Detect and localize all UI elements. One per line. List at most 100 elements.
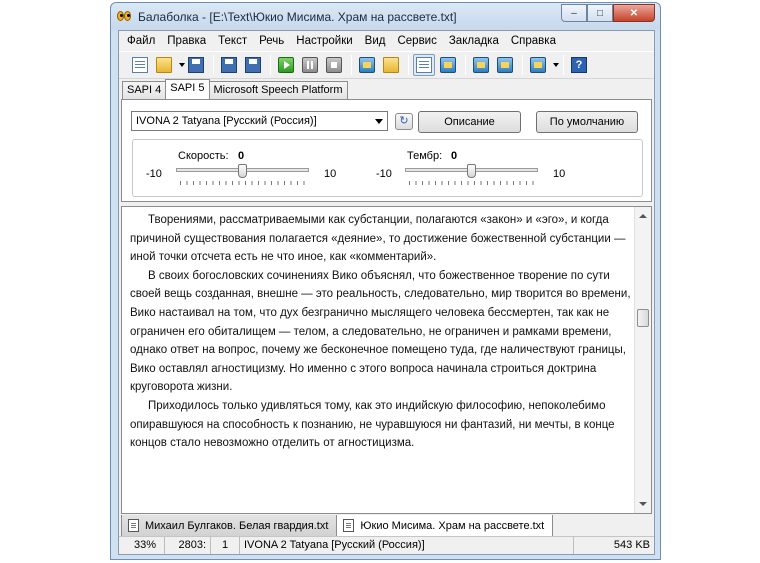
describe-voice-button[interactable]: Описание [418,111,521,133]
pitch-min: -10 [376,168,392,180]
menu-file[interactable]: Файл [121,31,161,51]
convert-batch-button[interactable] [242,54,264,76]
toolbar-separator [351,55,352,75]
voice-panel-icon [440,57,456,73]
open-folder-icon [156,57,172,73]
menu-tools[interactable]: Сервис [391,31,442,51]
stop-button[interactable] [323,54,345,76]
balabolka-logo-icon [117,9,133,25]
close-button[interactable]: ✕ [613,4,655,22]
record-folder-button[interactable] [494,54,516,76]
tab-document-belaya-gvardiya[interactable]: Михаил Булгаков. Белая гвардия.txt [121,515,338,537]
open-file-button[interactable] [153,54,175,76]
convert-icon [221,57,237,73]
split-dropdown-icon[interactable] [553,63,559,67]
toolbar-separator [408,55,409,75]
status-position: 2803: [165,537,211,554]
app-window: Балаболка - [E:\Text\Юкио Мисима. Храм н… [110,2,661,560]
pitch-max: 10 [553,168,566,180]
rate-value: 0 [238,150,245,162]
play-button[interactable] [275,54,297,76]
status-file-size: 543 KB [613,539,650,551]
split-button[interactable] [527,54,549,76]
help-button[interactable]: ? [568,54,590,76]
voice-settings-group: Скорость: 0 -10 10 Тембр: 0 -10 10 [132,139,643,197]
window-title: Балаболка - [E:\Text\Юкио Мисима. Храм н… [138,9,457,24]
tab-ms-speech-platform[interactable]: Microsoft Speech Platform [208,81,348,99]
refresh-icon: ↻ [399,115,409,127]
maximize-button[interactable]: □ [587,4,613,22]
scrollbar-thumb[interactable] [637,308,649,327]
client-area: Файл Правка Текст Речь Настройки Вид Сер… [118,30,655,555]
new-document-button[interactable] [129,54,151,76]
engine-tabs: SAPI 4 SAPI 5 Microsoft Speech Platform [119,79,654,99]
document-tab-label: Михаил Булгаков. Белая гвардия.txt [145,519,329,532]
document-tabs: Михаил Булгаков. Белая гвардия.txt Юкио … [121,515,652,537]
record-icon [473,57,489,73]
toolbar: ? [119,51,654,79]
status-line: 1 [211,537,240,554]
status-progress: 33% [119,537,165,554]
voice-panel-button[interactable] [437,54,459,76]
voice-panel: IVONA 2 Tatyana [Русский (Россия)] ↻ Опи… [121,99,652,202]
convert-batch-icon [245,57,261,73]
scroll-up-icon[interactable] [639,214,647,218]
help-icon: ? [571,57,587,73]
rate-slider-thumb[interactable] [237,164,247,178]
tab-sapi4[interactable]: SAPI 4 [122,81,167,99]
text-paragraph: В своих богословских сочинениях Вико объ… [130,269,631,394]
menu-help[interactable]: Справка [505,31,562,51]
rate-max: 10 [324,168,337,180]
toolbar-separator [465,55,466,75]
minimize-button[interactable]: – [561,4,587,22]
convert-button[interactable] [218,54,240,76]
voice-select[interactable]: IVONA 2 Tatyana [Русский (Россия)] [131,111,388,131]
save-button[interactable] [185,54,207,76]
voice-select-value: IVONA 2 Tatyana [Русский (Россия)] [136,115,317,127]
toolbar-separator [270,55,271,75]
save-audio-button[interactable] [356,54,378,76]
toolbar-separator [522,55,523,75]
text-panel-icon [416,57,432,73]
split-icon [530,57,546,73]
menu-view[interactable]: Вид [359,31,392,51]
menu-text[interactable]: Текст [212,31,253,51]
rate-label: Скорость: [178,150,229,162]
save-audio-icon [359,57,375,73]
menu-speech[interactable]: Речь [253,31,290,51]
pitch-value: 0 [451,150,458,162]
status-bar: 33% 2803: 1 IVONA 2 Tatyana [Русский (Ро… [119,536,654,554]
scroll-down-icon[interactable] [639,502,647,506]
text-content[interactable]: Творениями, рассматриваемыми как субстан… [130,211,631,453]
text-paragraph: Творениями, рассматриваемыми как субстан… [130,214,626,264]
menu-edit[interactable]: Правка [161,31,212,51]
stop-icon [326,57,342,73]
menu-bar: Файл Правка Текст Речь Настройки Вид Сер… [119,31,654,51]
refresh-voices-button[interactable]: ↻ [395,113,413,130]
pause-button[interactable] [299,54,321,76]
pitch-ticks [409,181,536,185]
pitch-label: Тембр: [407,150,443,162]
menu-bookmark[interactable]: Закладка [443,31,505,51]
text-file-icon [128,519,139,532]
record-button[interactable] [470,54,492,76]
text-file-icon [343,519,355,532]
title-bar[interactable]: Балаболка - [E:\Text\Юкио Мисима. Храм н… [111,3,660,30]
save-audio-folder-button[interactable] [380,54,402,76]
default-settings-button[interactable]: По умолчанию [536,111,638,133]
save-icon [188,57,204,73]
voice-select-arrow[interactable] [371,112,387,130]
tab-document-khram-na-rassvete[interactable]: Юкио Мисима. Храм на рассвете.txt [336,515,554,537]
pitch-slider-thumb[interactable] [466,164,476,178]
pause-icon [302,57,318,73]
menu-settings[interactable]: Настройки [290,31,358,51]
text-paragraph: Приходилось только удивляться тому, как … [130,399,615,450]
toolbar-separator [213,55,214,75]
rate-min: -10 [146,168,162,180]
text-panel-button[interactable] [413,54,435,76]
toolbar-separator [563,55,564,75]
tab-sapi5[interactable]: SAPI 5 [165,79,210,99]
text-editor[interactable]: Творениями, рассматриваемыми как субстан… [121,206,652,514]
rate-ticks [180,181,307,185]
vertical-scrollbar[interactable] [634,207,651,513]
